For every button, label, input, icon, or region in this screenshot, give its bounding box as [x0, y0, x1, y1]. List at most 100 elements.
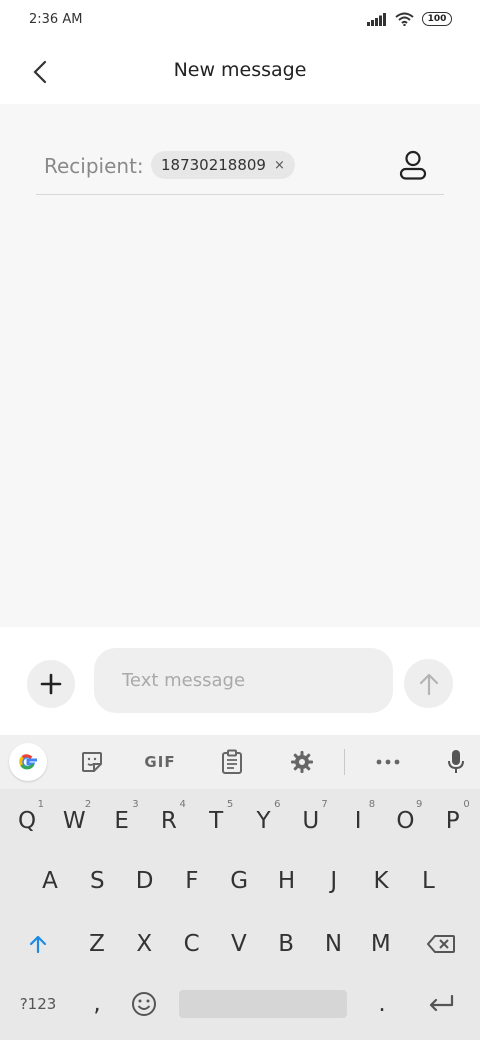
plus-icon — [40, 673, 62, 695]
emoji-icon — [132, 992, 156, 1016]
key-g[interactable]: G — [216, 855, 262, 907]
key-hint: 2 — [84, 799, 92, 810]
key-label: C — [183, 931, 200, 957]
emoji-key[interactable] — [121, 978, 167, 1030]
comma-key[interactable]: , — [74, 978, 120, 1030]
key-label: O — [396, 808, 415, 834]
recipient-label: Recipient: — [44, 154, 144, 178]
key-n[interactable]: N — [311, 918, 357, 970]
backspace-icon — [427, 935, 455, 953]
battery-indicator: 100 — [422, 12, 452, 26]
add-attachment-button[interactable] — [27, 660, 75, 708]
spacebar[interactable] — [179, 990, 347, 1018]
voice-input-button[interactable] — [442, 745, 470, 779]
signal-icon — [367, 12, 386, 26]
key-label: W — [62, 808, 86, 834]
toolbar-divider — [344, 749, 345, 775]
more-button[interactable] — [372, 745, 404, 779]
key-i[interactable]: I8 — [335, 795, 381, 847]
key-m[interactable]: M — [358, 918, 404, 970]
sticker-button[interactable] — [76, 745, 108, 779]
message-input[interactable] — [94, 648, 393, 713]
message-area: Recipient: 18730218809 × — [0, 104, 480, 627]
key-label: D — [135, 868, 154, 894]
key-label: M — [370, 931, 391, 957]
key-z[interactable]: Z — [74, 918, 120, 970]
key-e[interactable]: E3 — [99, 795, 145, 847]
key-j[interactable]: J — [311, 855, 357, 907]
key-l[interactable]: L — [405, 855, 451, 907]
key-x[interactable]: X — [121, 918, 167, 970]
key-label: T — [209, 808, 224, 834]
key-k[interactable]: K — [358, 855, 404, 907]
microphone-icon — [448, 750, 464, 773]
key-hint: 5 — [226, 799, 234, 810]
send-button[interactable] — [404, 659, 453, 708]
backspace-key[interactable] — [418, 918, 464, 970]
key-h[interactable]: H — [264, 855, 310, 907]
key-q[interactable]: Q1 — [4, 795, 50, 847]
key-hint: 9 — [416, 799, 423, 810]
key-hint: 0 — [463, 799, 470, 810]
key-u[interactable]: U7 — [288, 795, 334, 847]
remove-recipient-icon[interactable]: × — [274, 158, 285, 173]
status-time: 2:36 AM — [29, 12, 83, 27]
key-a[interactable]: A — [27, 855, 73, 907]
key-label: H — [277, 868, 296, 894]
gif-button[interactable]: GIF — [140, 745, 180, 779]
key-w[interactable]: W2 — [51, 795, 97, 847]
key-p[interactable]: P0 — [430, 795, 476, 847]
symbols-key[interactable]: ?123 — [15, 978, 61, 1030]
enter-key[interactable] — [418, 978, 464, 1030]
key-label: S — [89, 868, 105, 894]
key-label: G — [230, 868, 249, 894]
key-b[interactable]: B — [263, 918, 309, 970]
key-o[interactable]: O9 — [382, 795, 428, 847]
key-label: B — [278, 931, 295, 957]
key-y[interactable]: Y6 — [241, 795, 287, 847]
key-hint: 6 — [274, 799, 281, 810]
key-label: E — [114, 808, 129, 834]
recipient-chip-value: 18730218809 — [161, 156, 266, 174]
key-d[interactable]: D — [122, 855, 168, 907]
key-label: A — [42, 868, 58, 894]
key-t[interactable]: T5 — [193, 795, 239, 847]
key-v[interactable]: V — [216, 918, 262, 970]
key-label: Z — [89, 931, 105, 957]
wifi-icon — [395, 12, 414, 26]
recipient-row[interactable]: Recipient: 18730218809 × — [36, 144, 444, 195]
enter-icon — [429, 995, 454, 1012]
key-label: L — [421, 868, 435, 894]
key-label: R — [160, 808, 177, 834]
key-hint: 3 — [132, 799, 139, 810]
shift-key[interactable] — [15, 918, 61, 970]
key-hint: 8 — [368, 799, 376, 810]
key-label: X — [136, 931, 153, 957]
contact-picker-button[interactable] — [396, 148, 430, 182]
arrow-up-icon — [419, 673, 438, 695]
settings-button[interactable] — [286, 745, 318, 779]
google-button[interactable] — [9, 743, 47, 781]
key-label: J — [330, 868, 338, 894]
person-icon — [399, 150, 427, 180]
keyboard-toolbar: GIF — [0, 735, 480, 789]
status-icons: 100 — [367, 12, 452, 26]
page-title: New message — [173, 59, 307, 81]
key-label: Q — [17, 808, 37, 834]
recipient-chip[interactable]: 18730218809 × — [151, 151, 295, 179]
compose-bar — [0, 627, 480, 735]
key-f[interactable]: F — [169, 855, 215, 907]
shift-arrow-icon — [29, 935, 47, 954]
key-hint: 1 — [37, 799, 44, 810]
key-hint: 7 — [321, 799, 328, 810]
period-key[interactable]: . — [359, 978, 405, 1030]
key-label: I — [354, 808, 362, 834]
clipboard-button[interactable] — [216, 745, 248, 779]
key-c[interactable]: C — [169, 918, 215, 970]
key-label: Y — [256, 808, 271, 834]
key-s[interactable]: S — [74, 855, 120, 907]
sticker-icon — [82, 752, 102, 772]
key-hint: 4 — [179, 799, 186, 810]
clipboard-icon — [222, 749, 242, 774]
key-r[interactable]: R4 — [146, 795, 192, 847]
